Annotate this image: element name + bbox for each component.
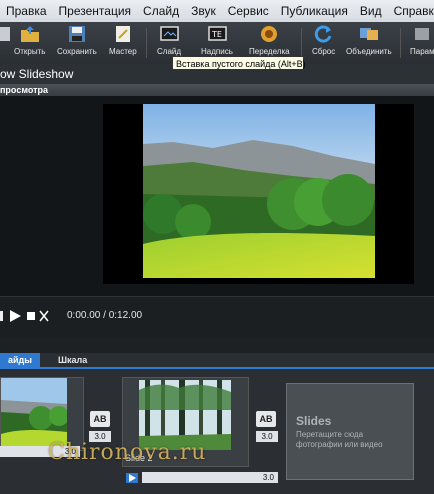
slide-2-transition-duration[interactable]: 3.0 <box>142 472 278 483</box>
save-disk-icon <box>68 26 85 42</box>
menu-bar: Правка Презентация Слайд Звук Сервис Пуб… <box>0 0 434 22</box>
menu-service[interactable]: Сервис <box>222 4 275 18</box>
stop-icon[interactable] <box>26 309 36 323</box>
params-button[interactable]: Парам <box>410 24 434 62</box>
slide-icon <box>160 26 179 41</box>
playback-bar: 0:00.00 / 0:12.00 <box>0 296 434 337</box>
slide-button-tooltip: Вставка пустого слайда (Alt+B) <box>172 56 306 70</box>
fullscreen-icon[interactable] <box>39 309 49 323</box>
toolbar-separator <box>146 28 147 58</box>
merge-icon <box>359 28 378 40</box>
empty-slide-slot[interactable]: Slides Перетащите сюда фотографии или ви… <box>286 383 414 480</box>
empty-slot-hint-2: фотографии или видео <box>296 440 383 449</box>
empty-slot-title: Slides <box>296 414 332 428</box>
reset-button[interactable]: Сброс <box>312 24 335 62</box>
empty-slot-hint: Перетащите сюда <box>296 430 364 439</box>
transition-icon <box>261 26 278 42</box>
slide-1-image <box>1 378 67 448</box>
menu-slide[interactable]: Слайд <box>137 4 185 18</box>
slide-2-duration[interactable]: 3.0 <box>256 431 278 442</box>
tab-timeline[interactable]: Шкала <box>50 353 95 367</box>
playback-time: 0:00.00 / 0:12.00 <box>67 310 143 321</box>
menu-presentation[interactable]: Презентация <box>53 4 138 18</box>
play-icon <box>129 474 136 482</box>
watermark: Chironova.ru <box>48 440 207 465</box>
wizard-icon <box>115 26 130 42</box>
tab-slides[interactable]: айды <box>0 353 40 367</box>
toolbar-separator <box>301 28 302 58</box>
menu-edit[interactable]: Правка <box>0 4 53 18</box>
svg-text:TE: TE <box>211 30 222 39</box>
slide-2-play-button[interactable] <box>126 473 138 483</box>
preview-image <box>143 104 375 278</box>
save-button[interactable]: Сохранить <box>57 24 97 62</box>
caption-icon: TE <box>208 26 227 41</box>
merge-button[interactable]: Объединить <box>346 24 392 62</box>
menu-view[interactable]: Вид <box>354 4 388 18</box>
bottom-tabs: айды Шкала <box>0 353 434 369</box>
params-icon <box>415 28 430 40</box>
slide-1-caption-icon[interactable]: AB <box>90 411 110 427</box>
menu-sound[interactable]: Звук <box>185 4 222 18</box>
play-icon[interactable] <box>9 309 22 323</box>
preview-panel-header: просмотра <box>0 84 434 96</box>
open-folder-icon <box>20 26 39 42</box>
menu-publish[interactable]: Публикация <box>275 4 354 18</box>
wizard-button[interactable]: Мастер <box>109 24 137 62</box>
reset-icon <box>314 25 332 43</box>
open-button[interactable]: Открыть <box>14 24 45 62</box>
slide-2-caption-icon[interactable]: AB <box>256 411 276 427</box>
menu-help[interactable]: Справка <box>388 4 434 18</box>
toolbar-separator <box>400 28 401 58</box>
